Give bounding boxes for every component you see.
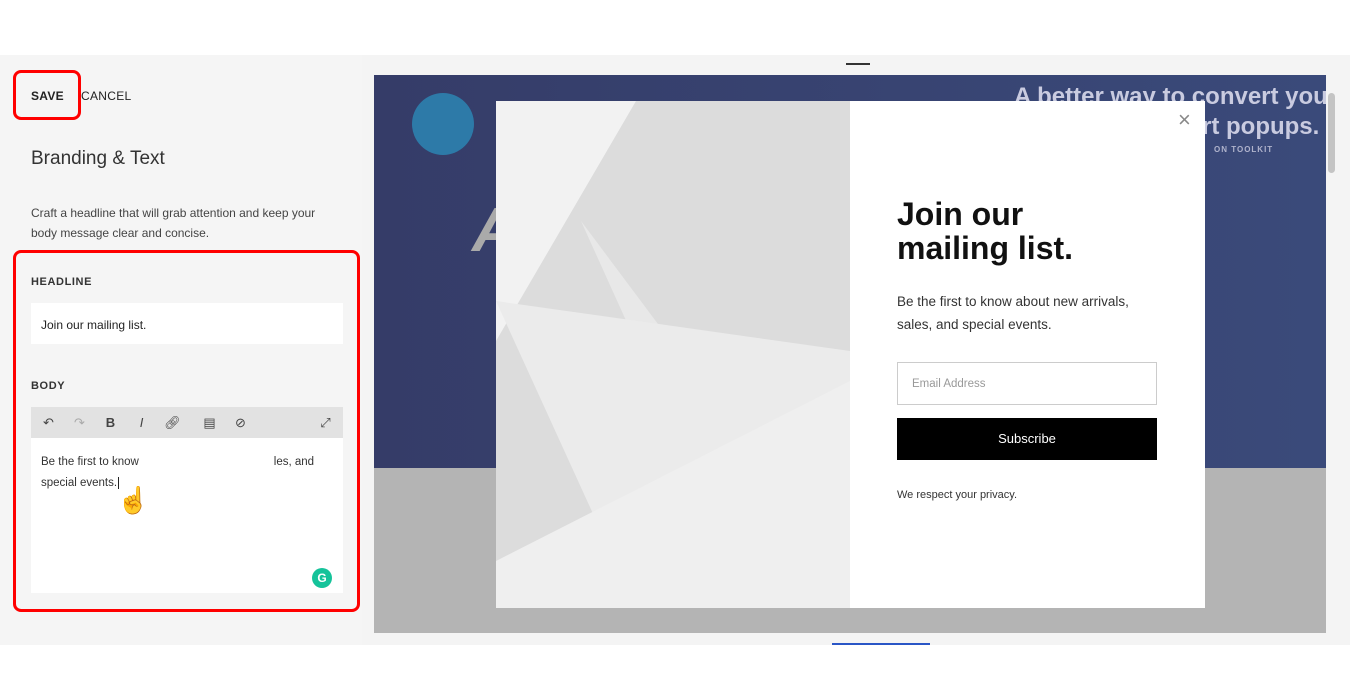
- subscribe-button[interactable]: Subscribe: [897, 418, 1157, 460]
- bold-icon[interactable]: B: [95, 415, 126, 430]
- body-editor[interactable]: Be the first to know les, and special eve…: [31, 438, 343, 593]
- redo-icon[interactable]: ↷: [64, 415, 95, 431]
- abstract-shapes: [496, 101, 850, 608]
- link-icon[interactable]: 🔗︎: [157, 415, 188, 431]
- active-indicator: [832, 643, 930, 645]
- email-input[interactable]: Email Address: [897, 362, 1157, 405]
- popup-modal: × Join our mailing list. Be the first to…: [496, 101, 1205, 608]
- headline-label: HEADLINE: [31, 276, 93, 288]
- popup-body: Be the first to know about new arrivals,…: [897, 290, 1129, 336]
- panel-description: Craft a headline that will grab attentio…: [31, 203, 315, 243]
- settings-panel: SAVE CANCEL Branding & Text Craft a head…: [0, 55, 362, 645]
- drag-handle[interactable]: [846, 63, 870, 65]
- grammarly-icon[interactable]: G: [312, 568, 332, 588]
- hand-cursor-icon: ☝: [117, 485, 150, 515]
- body-line: sales, and special events.: [897, 317, 1052, 332]
- body-text: les, and: [273, 456, 315, 468]
- cancel-button[interactable]: CANCEL: [81, 89, 131, 103]
- clipboard-icon[interactable]: ▤: [194, 415, 225, 431]
- body-line: Be the first to know about new arrivals,: [897, 294, 1129, 309]
- popup-image: [496, 101, 850, 608]
- editor-app: SAVE CANCEL Branding & Text Craft a head…: [0, 55, 1350, 645]
- scrollbar[interactable]: [1328, 93, 1335, 173]
- site-preview: A better way to convert you rt popups. O…: [374, 75, 1326, 633]
- close-icon[interactable]: ×: [1178, 107, 1191, 133]
- description-line: Craft a headline that will grab attentio…: [31, 206, 316, 220]
- save-button[interactable]: SAVE: [31, 89, 64, 103]
- hero-headline-2: rt popups.: [1202, 113, 1320, 140]
- title-line: Join our: [897, 196, 1024, 232]
- expand-icon[interactable]: ⤢: [310, 415, 341, 431]
- italic-icon[interactable]: I: [126, 415, 157, 430]
- body-text: Be the first to know: [41, 456, 139, 468]
- title-line: mailing list.: [897, 230, 1074, 266]
- undo-icon[interactable]: ↶: [33, 415, 64, 431]
- decor-circle: [412, 93, 474, 155]
- editor-toolbar: ↶ ↷ B I 🔗︎ ▤ ⊘ ⤢: [31, 407, 343, 438]
- body-text: special events.: [41, 477, 118, 489]
- headline-input[interactable]: Join our mailing list.: [31, 303, 343, 344]
- panel-title: Branding & Text: [31, 148, 165, 169]
- popup-title: Join our mailing list.: [897, 197, 1073, 265]
- description-line: body message clear and concise.: [31, 226, 210, 240]
- clear-format-icon[interactable]: ⊘: [225, 415, 256, 431]
- hero-sub: ON TOOLKIT: [1214, 145, 1274, 154]
- body-label: BODY: [31, 380, 66, 392]
- privacy-text: We respect your privacy.: [897, 489, 1018, 501]
